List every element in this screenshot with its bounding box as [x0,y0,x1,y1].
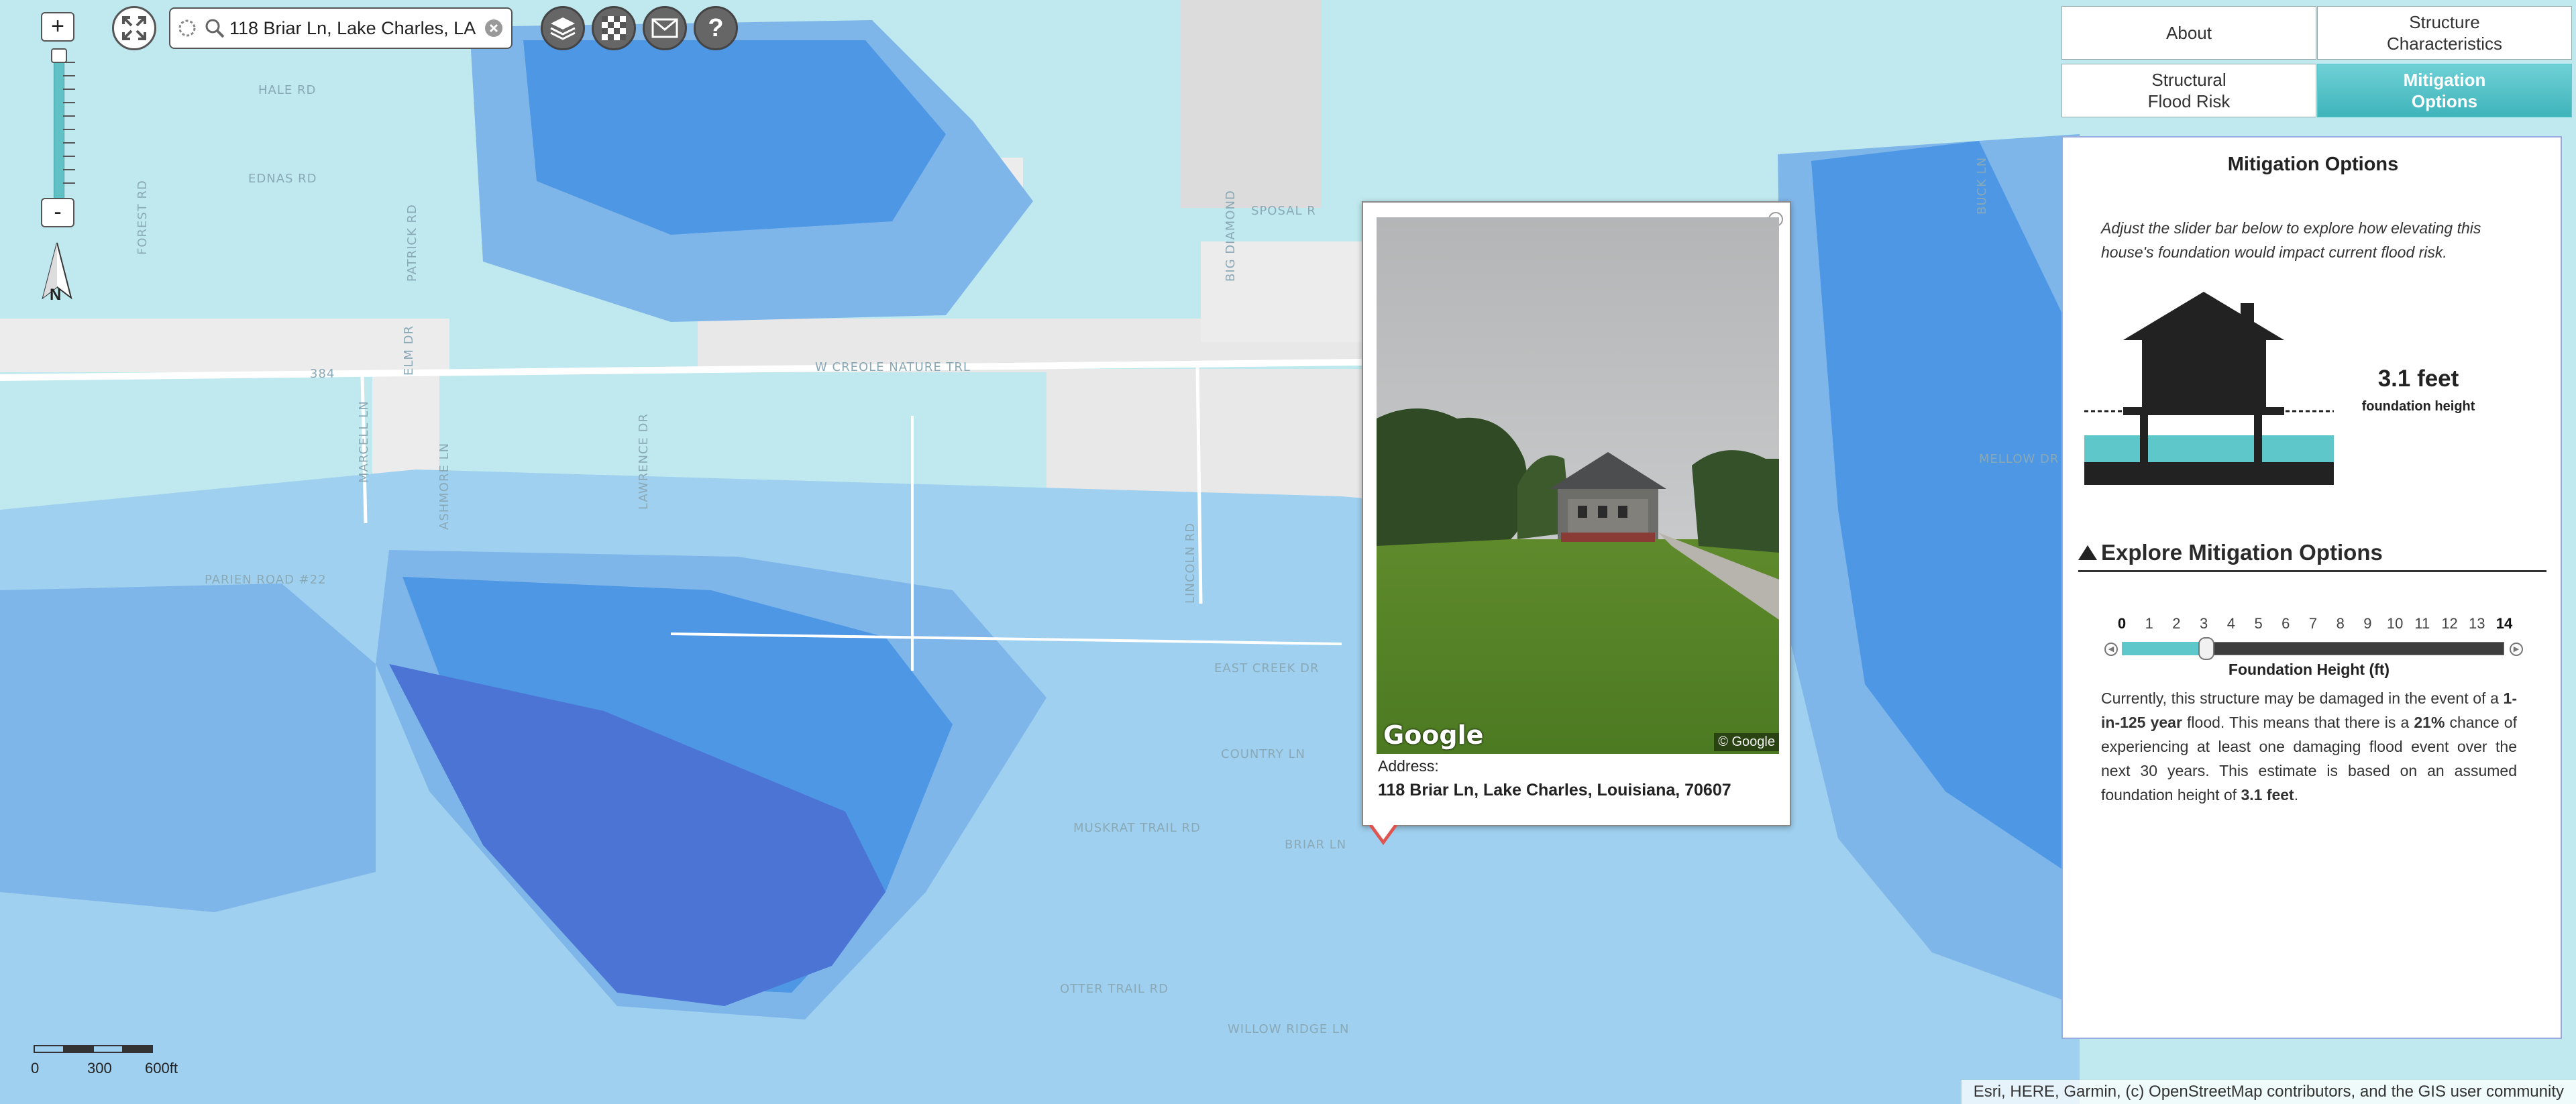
road-label: OTTER TRAIL RD [1060,982,1169,996]
panel-intro: Adjust the slider bar below to explore h… [2101,219,2481,261]
fullscreen-icon [122,16,146,40]
road-label: MUSKRAT TRAIL RD [1073,821,1201,835]
road-label: COUNTRY LN [1221,747,1305,761]
zoom-tick [63,89,75,90]
slider-tick-label: 1 [2145,615,2153,632]
search-icon[interactable] [204,17,225,39]
road-label: LAWRENCE DR [637,413,651,510]
layers-button[interactable] [541,6,585,50]
zoom-tick [63,169,75,170]
google-logo: Google [1383,720,1484,750]
zoom-tick [63,129,75,130]
slider-tick-label: 0 [2117,615,2127,632]
section-divider [2078,570,2546,572]
clear-search-icon[interactable] [484,19,503,38]
scale-label-0: 0 [31,1060,40,1077]
road-label: SPOSAL R [1251,204,1316,218]
zoom-tick [63,156,75,157]
north-label: N [50,286,62,304]
slider-tick-label: 13 [2469,615,2485,632]
risk-description: Currently, this structure may be damaged… [2101,689,2517,804]
house-elevation-illustration [2084,292,2334,485]
search-input[interactable]: 118 Briar Ln, Lake Charles, LA [229,18,484,39]
foundation-height-label: foundation height [2361,399,2475,414]
road-label: ELM DR [402,325,416,376]
slider-tick-label: 10 [2386,615,2404,632]
collapse-triangle-icon[interactable] [2078,545,2097,560]
panel-title: Mitigation Options [2227,154,2399,175]
slider-tick-label: 11 [2414,615,2430,632]
slider-tick-label: 9 [2363,615,2372,632]
road-label: BIG DIAMOND [1224,190,1238,282]
popup-pointer-inner [1373,825,1394,840]
slider-tick-label: 7 [2308,615,2318,632]
slider-decrease-button[interactable]: ◀ [2104,643,2118,656]
property-popup: × Google © Googl [1362,201,1791,826]
scale-label-300: 300 [87,1060,112,1077]
road-label: 384 [310,367,335,381]
tab-mitigation-options[interactable]: Mitigation Options [2317,64,2572,117]
slider-increase-button[interactable]: ▶ [2510,643,2523,656]
section-title[interactable]: Explore Mitigation Options [2101,540,2383,565]
north-arrow: N [39,240,75,314]
slider-tick-label: 3 [2200,615,2208,632]
road-label: EAST CREEK DR [1214,661,1320,675]
help-icon: ? [708,13,724,42]
zoom-tick [63,75,75,76]
search-box[interactable]: 118 Briar Ln, Lake Charles, LA [169,7,513,49]
street-view-photo[interactable]: Google © Google [1377,217,1779,754]
slider-tick-label: 14 [2496,615,2513,632]
slider-tick-label: 4 [2226,615,2235,632]
locate-icon[interactable] [177,18,197,38]
zoom-tick [63,102,75,103]
zoom-in-button[interactable]: + [41,12,74,42]
zoom-tick [63,182,75,184]
slider-tick-label: 2 [2172,615,2181,632]
road-label: BUCK LN [1975,157,1989,215]
fullscreen-button[interactable] [112,6,156,50]
slider-tick-label: 5 [2254,615,2263,632]
attribution: Esri, HERE, Garmin, (c) OpenStreetMap co… [1961,1080,2576,1104]
tab-about[interactable]: About [2061,6,2316,60]
photo-copyright: © Google [1714,733,1779,751]
tab-structural-flood-risk[interactable]: Structural Flood Risk [2061,64,2316,117]
address-value: 118 Briar Ln, Lake Charles, Louisiana, 7… [1378,781,1731,799]
road-label: EDNAS RD [248,172,317,186]
zoom-out-button[interactable]: - [41,198,74,227]
tab-structure-characteristics[interactable]: Structure Characteristics [2317,6,2572,60]
slider-tick-label: 6 [2282,615,2290,632]
slider-tick-label: 12 [2441,615,2458,632]
slider-tick-label: 8 [2336,615,2345,632]
road-label: WILLOW RIDGE LN [1228,1022,1349,1036]
road-label: HALE RD [258,83,316,97]
road-label: FOREST RD [136,180,150,255]
basemap-icon [602,16,626,40]
address-label: Address: [1378,757,1439,775]
help-button[interactable]: ? [694,6,738,50]
slider-fill [2122,642,2207,655]
road-label: PATRICK RD [405,204,419,282]
road-label: LINCOLN RD [1183,522,1197,604]
slider-thumb[interactable] [2198,637,2215,660]
basemap-button[interactable] [592,6,636,50]
zoom-tick [63,115,75,117]
road-label: BRIAR LN [1285,838,1346,852]
zoom-slider-thumb[interactable] [51,48,67,63]
road-label: MARCELL LN [357,400,371,483]
road-label: MELLOW DR [1979,452,2059,466]
road-label: PARIEN ROAD #22 [205,573,327,587]
mail-icon [651,18,678,38]
road-label: W CREOLE NATURE TRL [815,360,971,374]
layers-icon [550,17,576,40]
zoom-tick [63,142,75,144]
road-label: ASHMORE LN [437,443,451,530]
foundation-height-value: 3.1 feet [2377,366,2459,392]
slider-label: Foundation Height (ft) [2228,661,2390,678]
scale-label-600: 600ft [145,1060,178,1077]
mitigation-panel: Mitigation Options Adjust the slider bar… [2061,136,2562,1039]
share-email-button[interactable] [643,6,687,50]
